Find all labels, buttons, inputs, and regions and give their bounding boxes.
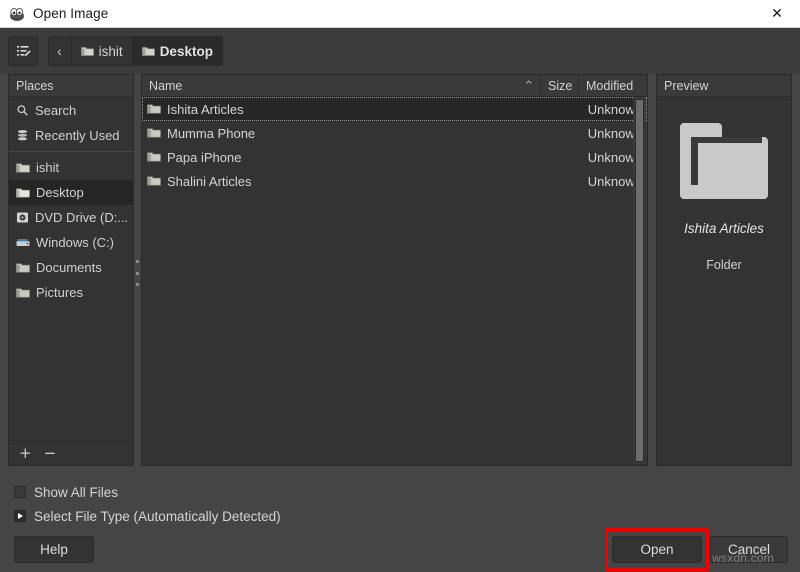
breadcrumb-label: ishit (98, 43, 123, 59)
sidebar-item-label: Windows (C:) (36, 235, 115, 250)
sidebar-item-pictures[interactable]: Pictures (9, 280, 133, 305)
file-name-cell: Ishita Articles (142, 102, 541, 117)
places-list: Search Recently Used ishit Desktop DVD D… (9, 97, 133, 440)
file-name-label: Ishita Articles (167, 101, 244, 117)
gimp-wilber-icon (8, 5, 26, 23)
file-name-cell: Mumma Phone (142, 126, 541, 141)
select-file-type-row[interactable]: Select File Type (Automatically Detected… (14, 504, 800, 528)
sidebar-item-desktop[interactable]: Desktop (9, 180, 133, 205)
add-bookmark-button[interactable]: + (19, 445, 32, 461)
expander-right-icon[interactable] (14, 510, 26, 522)
select-file-type-label: Select File Type (Automatically Detected… (34, 508, 281, 524)
pane-splitter[interactable] (134, 74, 141, 466)
places-header: Places (9, 75, 133, 97)
breadcrumb-item-ishit[interactable]: ishit (72, 37, 133, 65)
sidebar-item-label: Desktop (36, 185, 84, 200)
file-name-label: Shalini Articles (167, 173, 252, 189)
file-list-rows: Ishita Articles Unknown Mumma Phone Unkn… (142, 97, 647, 465)
help-button[interactable]: Help (14, 535, 94, 563)
sidebar-item-label: Pictures (36, 285, 83, 300)
preview-file-type: Folder (706, 258, 742, 272)
preview-header: Preview (657, 75, 791, 97)
show-all-files-row[interactable]: Show All Files (14, 480, 800, 504)
sidebar-item-search[interactable]: Search (9, 98, 133, 123)
folder-icon (16, 162, 30, 174)
sidebar-item-label: Documents (36, 260, 102, 275)
scrollbar-thumb[interactable] (635, 99, 644, 462)
column-header-size[interactable]: Size (541, 75, 579, 96)
recent-icon (16, 129, 29, 142)
folder-icon (16, 187, 30, 199)
folder-icon (141, 46, 155, 57)
sidebar-item-label: DVD Drive (D:... (35, 210, 129, 225)
places-footer: + − (9, 440, 133, 465)
breadcrumb-item-desktop[interactable]: Desktop (132, 37, 222, 65)
file-name-label: Papa iPhone (167, 149, 242, 165)
path-toolbar: ‹ ishit Desktop (0, 28, 800, 74)
sidebar-item-windows-c[interactable]: Windows (C:) (9, 230, 133, 255)
file-name-cell: Shalini Articles (142, 174, 541, 189)
sidebar-item-label: Recently Used (35, 128, 120, 143)
dialog-body: Places Search Recently Used ishit Deskto… (0, 74, 800, 466)
sidebar-item-dvd-drive[interactable]: DVD Drive (D:... (9, 205, 133, 230)
folder-icon (147, 127, 161, 139)
watermark: wsxdn.com (712, 551, 774, 565)
search-icon (16, 104, 29, 117)
table-row[interactable]: Shalini Articles Unknown (142, 169, 647, 193)
preview-panel: Preview Ishita Articles Folder (656, 74, 792, 466)
folder-icon (80, 46, 94, 57)
show-all-files-checkbox[interactable] (14, 486, 26, 498)
remove-bookmark-button[interactable]: − (44, 445, 57, 461)
column-header-modified[interactable]: Modified (579, 75, 647, 96)
file-name-label: Mumma Phone (167, 125, 256, 141)
table-row[interactable]: Ishita Articles Unknown (142, 97, 647, 121)
open-button[interactable]: Open (612, 535, 702, 563)
folder-icon (147, 175, 161, 187)
drive-icon (16, 237, 30, 249)
folder-icon (147, 103, 161, 115)
dialog-footer: Help Open Cancel (0, 526, 800, 572)
large-folder-icon (672, 109, 776, 213)
places-sidebar: Places Search Recently Used ishit Deskto… (8, 74, 134, 466)
column-header-name[interactable]: Name ^ (142, 75, 541, 96)
breadcrumb: ‹ ishit Desktop (48, 36, 223, 66)
table-row[interactable]: Papa iPhone Unknown (142, 145, 647, 169)
options-area: Show All Files Select File Type (Automat… (0, 466, 800, 528)
disc-icon (16, 211, 29, 224)
column-header-size-label: Size (548, 78, 573, 93)
sidebar-item-documents[interactable]: Documents (9, 255, 133, 280)
sidebar-item-label: Search (35, 103, 77, 118)
preview-file-name: Ishita Articles (684, 221, 764, 236)
type-location-icon[interactable] (8, 36, 38, 66)
column-header-modified-label: Modified (586, 78, 634, 93)
file-list-header: Name ^ Size Modified (142, 75, 647, 97)
file-list: Name ^ Size Modified Ishita Articles Unk… (141, 74, 648, 466)
folder-icon (16, 262, 30, 274)
breadcrumb-label: Desktop (159, 43, 213, 59)
sidebar-item-recently-used[interactable]: Recently Used (9, 123, 133, 148)
folder-icon (16, 287, 30, 299)
file-name-cell: Papa iPhone (142, 150, 541, 165)
window-title: Open Image (33, 6, 109, 21)
window-titlebar: Open Image ✕ (0, 0, 800, 28)
sort-ascending-icon: ^ (524, 80, 533, 91)
sidebar-item-label: ishit (36, 160, 60, 175)
show-all-files-label: Show All Files (34, 484, 119, 500)
folder-icon (147, 151, 161, 163)
sidebar-item-ishit[interactable]: ishit (9, 155, 133, 180)
file-list-scrollbar[interactable] (633, 97, 646, 464)
sidebar-divider (9, 151, 133, 152)
table-row[interactable]: Mumma Phone Unknown (142, 121, 647, 145)
preview-body: Ishita Articles Folder (657, 97, 791, 465)
column-header-name-label: Name (149, 78, 183, 93)
breadcrumb-back-button[interactable]: ‹ (49, 37, 72, 65)
close-icon[interactable]: ✕ (754, 0, 800, 28)
splitter-grip-icon (136, 260, 139, 286)
